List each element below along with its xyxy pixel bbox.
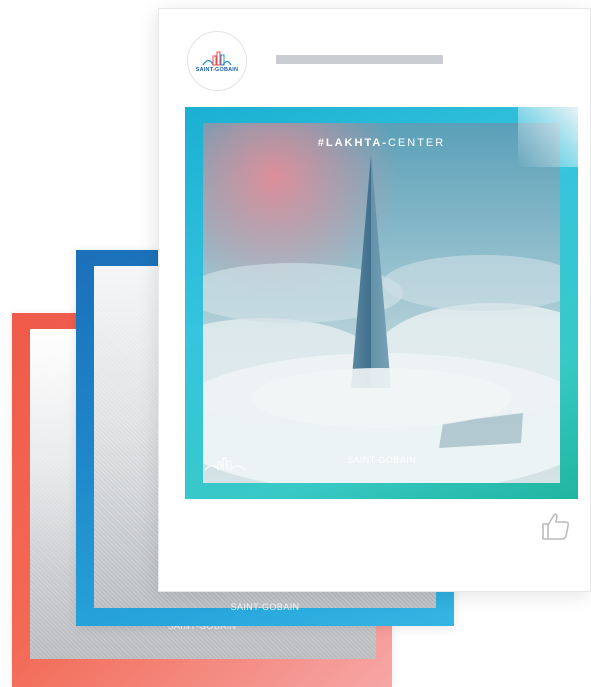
brand-logo-text: SAINT-GOBAIN bbox=[230, 602, 300, 612]
username-placeholder-bar bbox=[276, 55, 443, 64]
avatar-brand-label: SAINT-GOBAIN bbox=[195, 66, 239, 73]
building-skyline-icon bbox=[204, 457, 246, 471]
post-photo[interactable]: #LAKHTA-CENTER SAINT-GOBAIN bbox=[203, 123, 560, 483]
saint-gobain-logo-icon bbox=[202, 51, 232, 65]
social-post-card: SAINT-GOBAIN #LAKHTA-CENTER SAINT-GOBAIN bbox=[158, 8, 591, 592]
hashtag-light: CENTER bbox=[387, 137, 446, 149]
photo-hashtag: #LAKHTA-CENTER bbox=[203, 137, 560, 149]
photo-brand-logo-text: SAINT-GOBAIN bbox=[347, 455, 416, 465]
post-image-frame: #LAKHTA-CENTER SAINT-GOBAIN bbox=[185, 107, 578, 499]
brand-logo: SAINT-GOBAIN bbox=[76, 602, 454, 612]
hashtag-bold: #LAKHTA- bbox=[317, 137, 388, 149]
thumbs-up-icon[interactable] bbox=[540, 511, 572, 541]
photo-brand-logo: SAINT-GOBAIN bbox=[203, 455, 560, 471]
lakhta-tower-illustration bbox=[203, 123, 560, 483]
avatar[interactable]: SAINT-GOBAIN bbox=[187, 31, 247, 91]
